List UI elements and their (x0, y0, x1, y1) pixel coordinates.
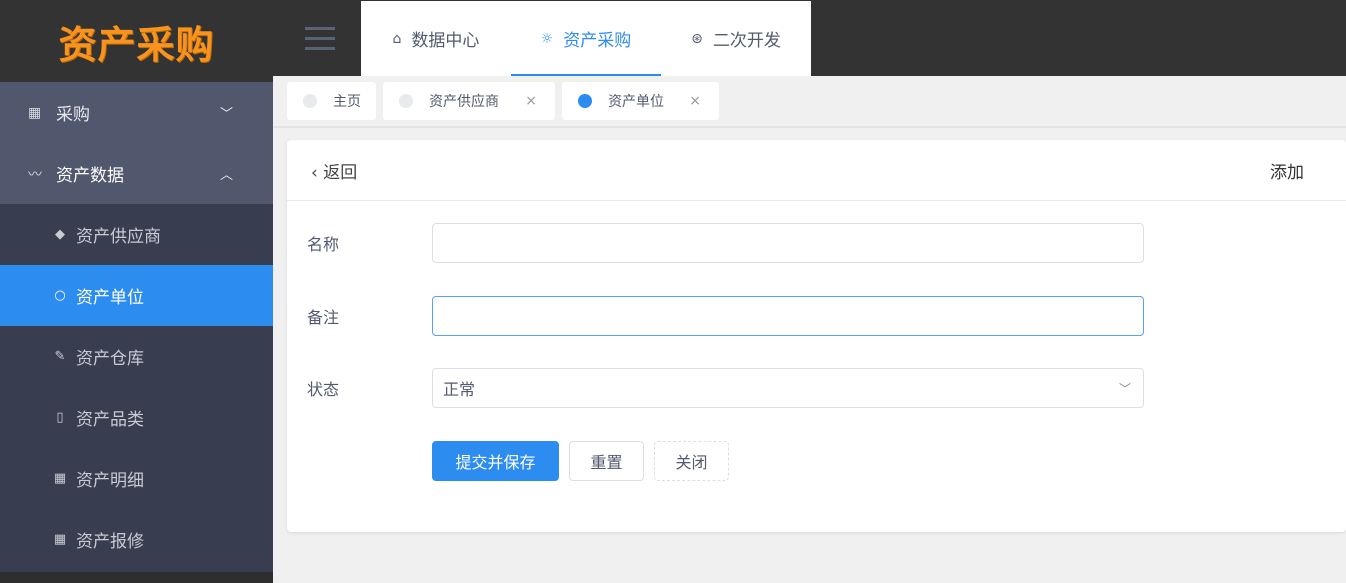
remark-input[interactable] (432, 296, 1144, 336)
status-value: 正常 (443, 380, 476, 399)
bulb-icon: ☼ (540, 30, 554, 47)
submit-button[interactable]: 提交并保存 (432, 441, 559, 481)
name-row: 名称 (307, 223, 1144, 263)
sidebar-item-label: 资产品类 (76, 410, 144, 430)
sidebar-item-detail[interactable]: ▦ 资产明细 (0, 448, 273, 509)
nav-label: 二次开发 (712, 31, 781, 51)
nav-label: 数据中心 (411, 31, 480, 51)
nav-data-center[interactable]: ⌂ 数据中心 (361, 1, 511, 76)
nav-dev[interactable]: ⊛ 二次开发 (661, 1, 811, 76)
pulse-icon: 〰 (28, 166, 42, 183)
sidebar: 资产采购 ▦ 采购 ﹀ 〰资产数据 ︿ ◆ 资产供应商 ○ 资产单位 ✎ 资产仓库 ▯ 资产品… (0, 0, 273, 583)
sidebar-item-label: 资产仓库 (76, 349, 144, 369)
sidebar-item-warehouse[interactable]: ✎ 资产仓库 (0, 326, 273, 387)
remark-label: 备注 (307, 308, 340, 327)
sidebar-group-label: 采购 (56, 105, 90, 125)
sidebar-item-label: 资产供应商 (76, 227, 161, 247)
name-input[interactable] (432, 223, 1144, 263)
sidebar-item-label: 资产明细 (76, 471, 144, 491)
top-bar: ⌂ 数据中心 ☼ 资产采购 ⊛ 二次开发 (273, 0, 1346, 76)
chevron-down-icon: ﹀ (219, 107, 233, 122)
sidebar-item-repair[interactable]: ▦ 资产报修 (0, 509, 273, 570)
sidebar-item-supplier[interactable]: ◆ 资产供应商 (0, 204, 273, 265)
status-select[interactable]: 正常 ﹀ (432, 368, 1144, 408)
remark-row: 备注 (307, 296, 1144, 336)
back-link[interactable]: ‹ 返回 (311, 158, 357, 183)
sidebar-item-label: 资产报修 (76, 532, 144, 552)
logo: 资产采购 (0, 0, 273, 82)
reset-button[interactable]: 重置 (569, 441, 644, 481)
status-label: 状态 (307, 380, 340, 399)
close-button[interactable]: 关闭 (654, 441, 729, 481)
name-label: 名称 (307, 235, 340, 254)
sidebar-group-purchase[interactable]: ▦ 采购 ﹀ (0, 82, 273, 143)
brush-icon: ✎ (54, 349, 66, 364)
tab-dot-icon (399, 94, 413, 108)
sidebar-item-unit[interactable]: ○ 资产单位 (0, 265, 273, 326)
nav-label: 资产采购 (563, 31, 632, 51)
grid-icon: ▦ (53, 471, 67, 486)
form-card: ‹ 返回 添加 名称 备注 状态 正常 ﹀ 提交并保存 重置 关闭 (287, 140, 1346, 532)
grid-icon: ▦ (28, 104, 42, 121)
phone-icon: ▯ (56, 410, 64, 425)
tag-icon: ◆ (55, 227, 65, 242)
close-icon[interactable]: × (525, 93, 537, 109)
sidebar-group-label: 资产数据 (56, 166, 124, 186)
grid-icon: ▦ (53, 532, 67, 547)
tab-supplier[interactable]: 资产供应商 × (383, 82, 555, 120)
nav-asset-purchase[interactable]: ☼ 资产采购 (511, 1, 661, 76)
circle-icon: ○ (54, 288, 66, 303)
card-title: 添加 (1270, 162, 1304, 183)
tab-bar: 主页 资产供应商 × 资产单位 × (273, 76, 1346, 128)
chevron-down-icon: ﹀ (1118, 381, 1131, 396)
sidebar-item-label: 资产单位 (76, 288, 144, 308)
tab-unit[interactable]: 资产单位 × (562, 82, 719, 120)
tab-home[interactable]: 主页 (287, 82, 376, 120)
tab-dot-icon (578, 94, 592, 108)
status-row: 状态 正常 ﹀ (307, 368, 1144, 408)
close-icon[interactable]: × (689, 93, 701, 109)
sidebar-footer (0, 572, 273, 583)
chevron-up-icon: ︿ (219, 168, 233, 183)
top-nav: ⌂ 数据中心 ☼ 资产采购 ⊛ 二次开发 (361, 1, 811, 76)
aperture-icon: ⊛ (691, 30, 703, 47)
tab-label: 资产单位 (608, 94, 664, 110)
sidebar-group-asset-data[interactable]: 〰资产数据 ︿ (0, 143, 273, 204)
tab-dot-icon (303, 94, 317, 108)
home-icon: ⌂ (392, 30, 402, 47)
menu-toggle-icon[interactable] (305, 27, 335, 57)
tab-label: 资产供应商 (429, 94, 499, 110)
back-label: 返回 (323, 162, 358, 183)
sidebar-item-category[interactable]: ▯ 资产品类 (0, 387, 273, 448)
tab-label: 主页 (333, 94, 361, 110)
